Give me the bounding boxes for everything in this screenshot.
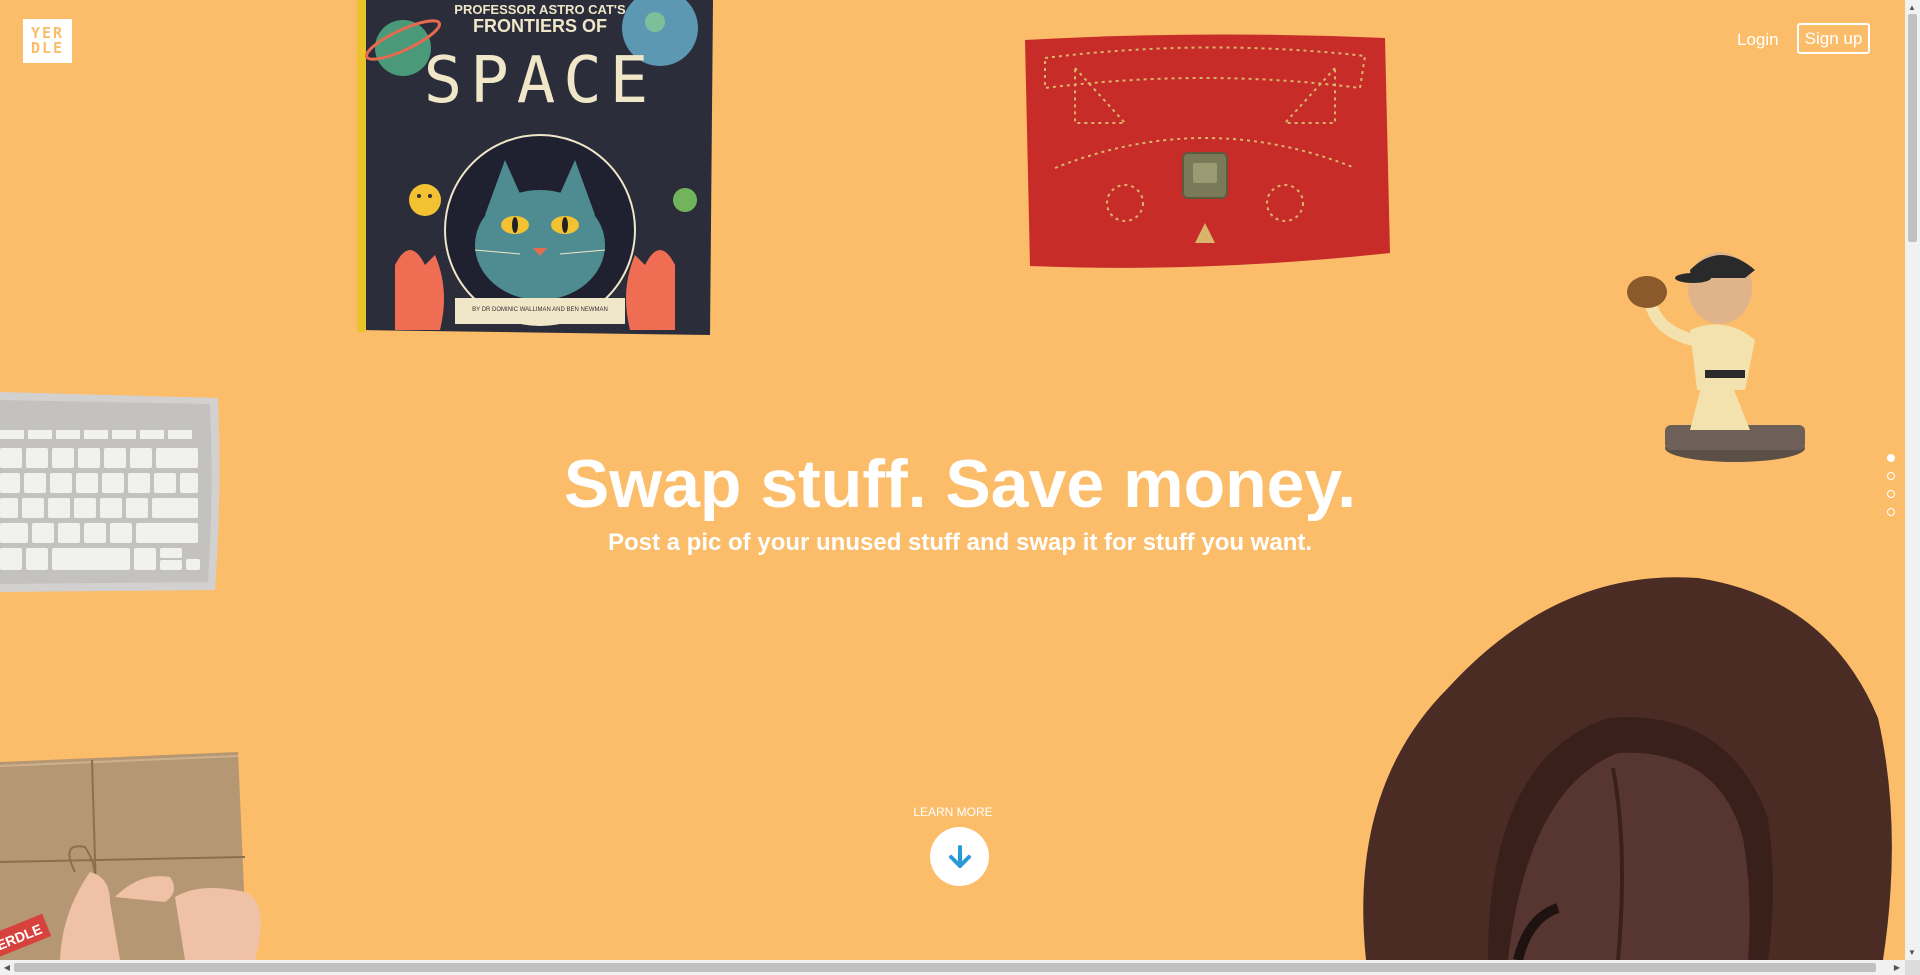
scroll-right-icon[interactable]: ▶ [1890, 960, 1904, 975]
slide-dot-3[interactable] [1887, 490, 1895, 498]
scroll-up-icon[interactable]: ▲ [1905, 0, 1919, 15]
learn-more-button[interactable] [930, 827, 989, 886]
login-link[interactable]: Login [1737, 30, 1779, 50]
clutch-image [1025, 34, 1390, 268]
signup-button[interactable]: Sign up [1797, 23, 1870, 54]
yerdle-logo[interactable]: YER DLE [23, 19, 72, 63]
book-credit: BY DR DOMINIC WALLIMAN AND BEN NEWMAN [472, 307, 608, 313]
vertical-scrollbar[interactable]: ▲ ▼ [1905, 0, 1920, 960]
bobblehead-image [1627, 252, 1805, 462]
slide-dot-1[interactable] [1887, 454, 1895, 462]
slide-dot-2[interactable] [1887, 472, 1895, 480]
hero-subtitle: Post a pic of your unused stuff and swap… [607, 529, 1313, 556]
hero-title: Swap stuff. Save money. [563, 446, 1357, 522]
scroll-left-icon[interactable]: ◀ [0, 960, 14, 975]
slide-dot-4[interactable] [1887, 508, 1895, 516]
scrollbar-corner [1905, 960, 1920, 975]
horizontal-scroll-thumb[interactable] [14, 963, 1876, 972]
book-line2: FRONTIERS OF [473, 16, 607, 36]
book-image: PROFESSOR ASTRO CAT'S FRONTIERS OF SPACE… [357, 0, 713, 335]
learn-more-label[interactable]: LEARN MORE [905, 805, 1001, 819]
hero-section: PROFESSOR ASTRO CAT'S FRONTIERS OF SPACE… [0, 0, 1905, 960]
hat-image [1363, 577, 1892, 960]
logo-line2: DLE [30, 39, 65, 57]
arrow-down-icon [948, 844, 971, 868]
package-image: ERDLE [0, 752, 261, 960]
scroll-down-icon[interactable]: ▼ [1905, 945, 1919, 960]
book-line1: PROFESSOR ASTRO CAT'S [454, 2, 626, 17]
book-line3: SPACE [424, 44, 657, 118]
vertical-scroll-thumb[interactable] [1908, 14, 1917, 242]
horizontal-scrollbar[interactable]: ◀ ▶ [0, 960, 1905, 975]
